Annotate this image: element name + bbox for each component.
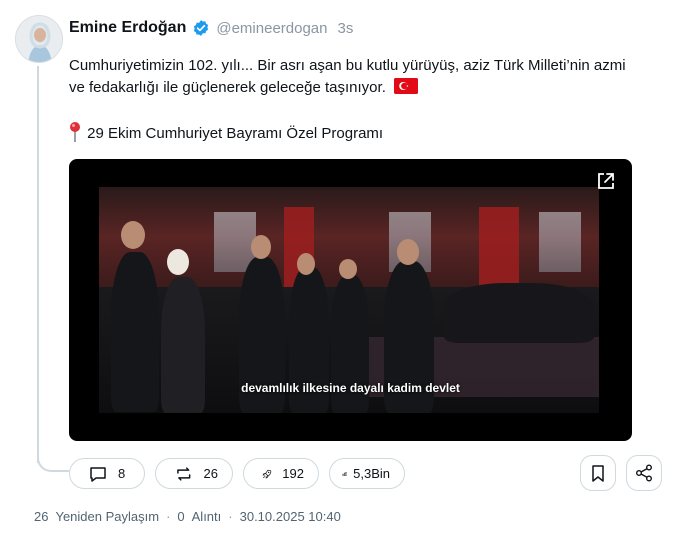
thread-line-curve — [37, 441, 69, 472]
bookmark-icon — [592, 465, 604, 482]
bookmark-button[interactable] — [580, 455, 616, 491]
views-chart-icon — [342, 471, 347, 476]
post-footer: 26 Yeniden Paylaşım · 0 Alıntı · 30.10.2… — [34, 509, 341, 524]
repost-button[interactable]: 26 — [155, 458, 233, 489]
author-name[interactable]: Emine Erdoğan — [69, 19, 186, 37]
avatar-image — [16, 16, 62, 62]
views-button[interactable]: 5,3Bin — [329, 458, 405, 489]
repost-total: 26 — [34, 509, 49, 524]
scene-person-head — [397, 239, 419, 265]
post-time[interactable]: 3s — [338, 20, 354, 37]
post-header: Emine Erdoğan @emineerdogan 3s — [69, 17, 353, 39]
scene-window — [539, 212, 581, 272]
thread-line — [37, 66, 39, 463]
scene-person-head — [121, 221, 145, 249]
post-text-line-3-text: 29 Ekim Cumhuriyet Bayramı Özel Programı — [87, 125, 384, 142]
scene-person-head — [297, 253, 315, 275]
repost-icon — [177, 466, 191, 481]
boost-count: 192 — [282, 466, 304, 481]
video-frame — [99, 187, 599, 413]
share-icon — [636, 464, 652, 482]
avatar[interactable] — [15, 15, 63, 63]
reply-button[interactable]: 8 — [69, 458, 145, 489]
repost-label[interactable]: Yeniden Paylaşım — [55, 509, 159, 524]
post-text-line-2: ve fedakarlığı ile güçlenerek geleceğe t… — [69, 77, 419, 99]
comment-icon — [90, 466, 106, 482]
quote-label[interactable]: Alıntı — [192, 509, 222, 524]
video-subtitle: devamlılık ilkesine dayalı kadim devlet — [241, 381, 460, 395]
verified-badge-icon — [194, 20, 209, 36]
scene-person — [444, 283, 594, 343]
separator: · — [166, 509, 171, 524]
boost-button[interactable]: 192 — [243, 458, 319, 489]
scene-person-head — [167, 249, 189, 275]
author-handle[interactable]: @emineerdogan — [216, 20, 327, 37]
action-bar: 8 26 192 5,3Bin — [69, 458, 405, 489]
post-text-line-1: Cumhuriyetimizin 102. yılı... Bir asrı a… — [69, 57, 626, 74]
rocket-icon — [262, 469, 272, 478]
expand-icon[interactable] — [596, 171, 616, 191]
turkey-flag-icon — [394, 78, 419, 94]
separator: · — [228, 509, 233, 524]
post-text-line-3: 29 Ekim Cumhuriyet Bayramı Özel Programı — [69, 121, 383, 145]
share-button[interactable] — [626, 455, 662, 491]
repost-count: 26 — [203, 466, 218, 481]
quote-total: 0 — [177, 509, 185, 524]
video-player[interactable]: devamlılık ilkesine dayalı kadim devlet — [69, 159, 632, 441]
post-datetime: 30.10.2025 10:40 — [239, 509, 341, 524]
scene-person-head — [339, 259, 357, 279]
scene-person-head — [251, 235, 271, 259]
round-pushpin-icon — [70, 122, 80, 142]
reply-count: 8 — [118, 466, 126, 481]
post-text-line-2-text: ve fedakarlığı ile güçlenerek geleceğe t… — [69, 79, 386, 96]
views-count: 5,3Bin — [353, 466, 390, 481]
